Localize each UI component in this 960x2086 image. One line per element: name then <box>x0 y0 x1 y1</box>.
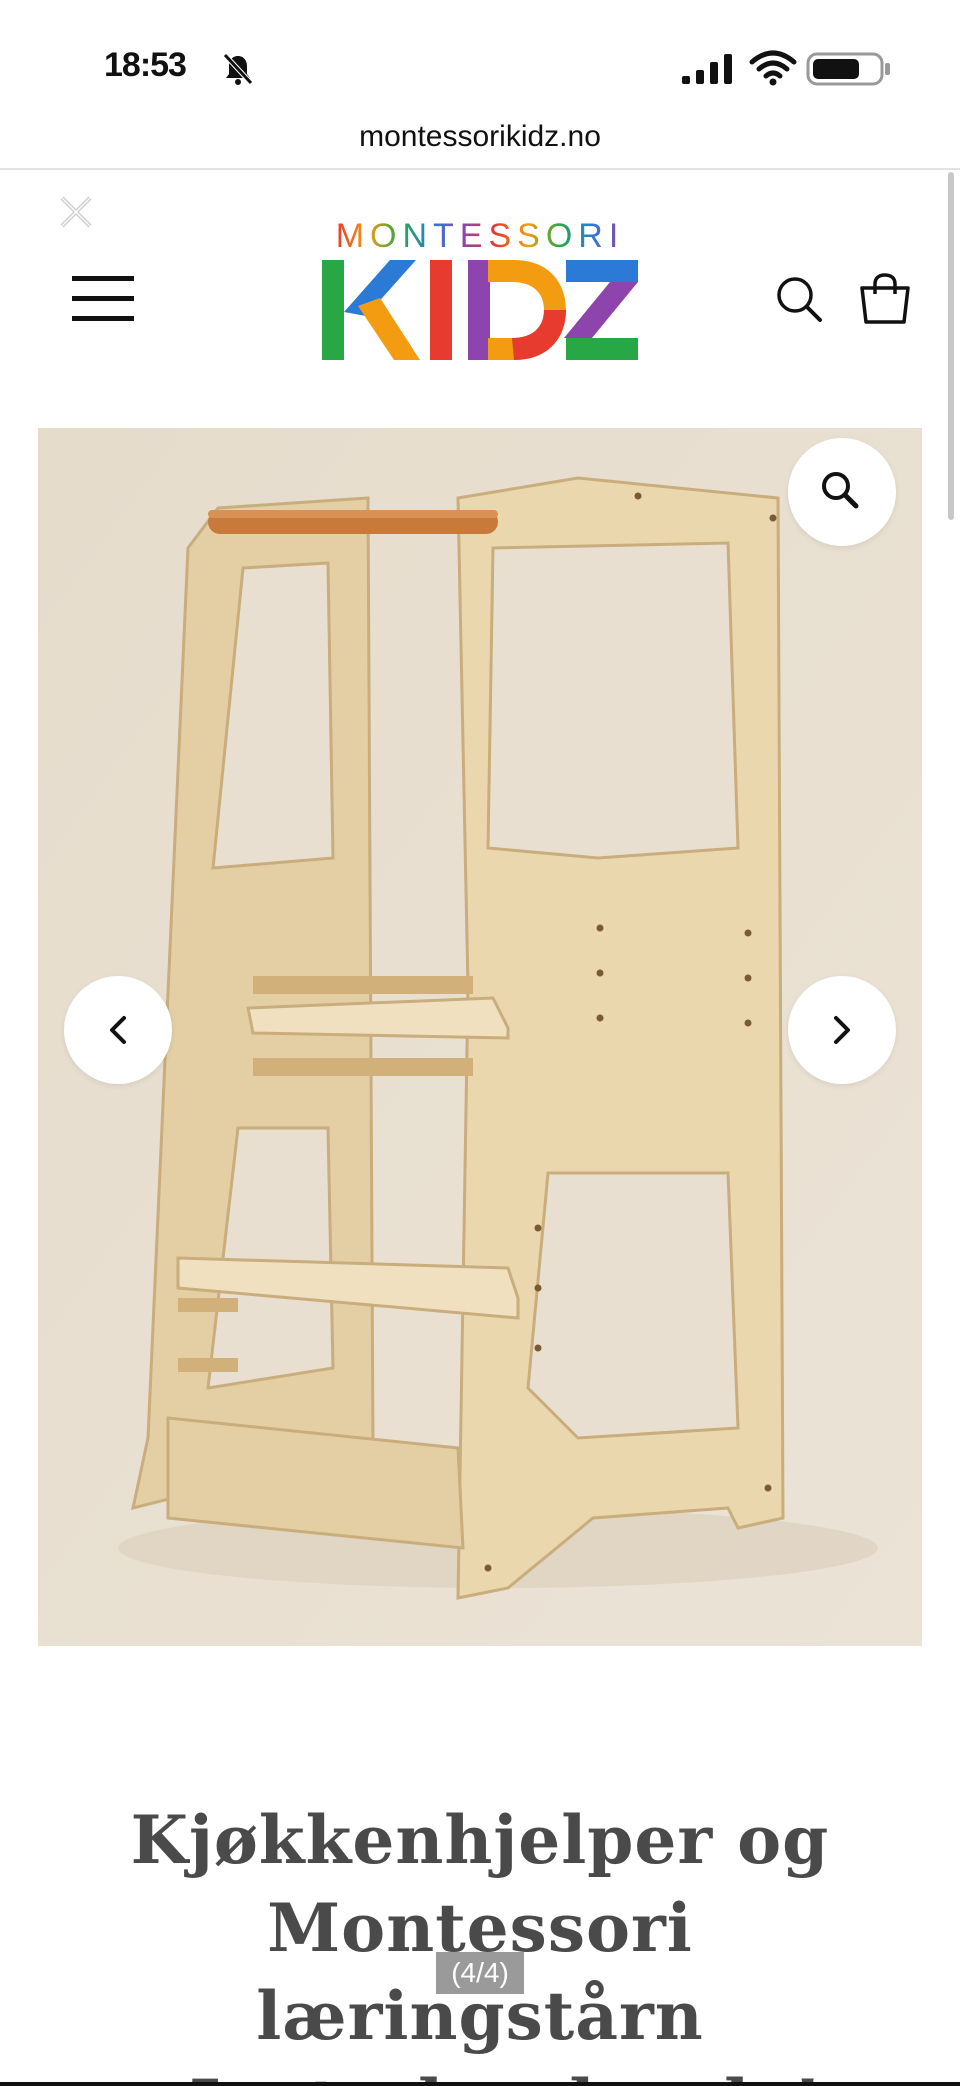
menu-icon[interactable] <box>72 274 134 324</box>
product-title: Kjøkkenhjelper og Montessori læringstårn… <box>40 1796 920 2086</box>
image-counter: (4/4) <box>436 1952 524 1994</box>
product-gallery[interactable] <box>38 428 922 1646</box>
zoom-button[interactable] <box>788 438 896 546</box>
signal-icon <box>682 54 732 84</box>
wifi-icon <box>749 50 797 86</box>
close-icon[interactable] <box>56 192 96 232</box>
chevron-right-icon <box>834 1016 850 1044</box>
battery-icon <box>806 52 890 86</box>
chevron-left-icon <box>110 1016 126 1044</box>
logo-top: MONTESSORI <box>318 216 642 256</box>
status-time: 18:53 <box>104 46 187 84</box>
shopping-bag-icon[interactable] <box>858 272 912 326</box>
url-text: montessorikidz.no <box>359 120 601 153</box>
page: 18:53 montessorikidz.no MONTESSORI Kjøkk… <box>0 0 960 2086</box>
search-icon[interactable] <box>774 274 824 324</box>
logo-top-text: MONTESSORI <box>335 217 625 255</box>
scrollbar[interactable] <box>948 172 954 520</box>
previous-image-button[interactable] <box>64 976 172 1084</box>
logo-kidz-icon <box>322 260 638 360</box>
next-image-button[interactable] <box>788 976 896 1084</box>
divider <box>0 168 960 170</box>
status-bar: 18:53 <box>0 0 960 112</box>
logo[interactable]: MONTESSORI <box>318 216 642 366</box>
url-bar[interactable]: montessorikidz.no <box>0 112 960 170</box>
bell-slash-icon <box>223 53 253 85</box>
zoom-icon <box>822 472 859 509</box>
product-title-line1: Kjøkkenhjelper og <box>130 1801 830 1879</box>
bottom-edge <box>0 2082 960 2086</box>
